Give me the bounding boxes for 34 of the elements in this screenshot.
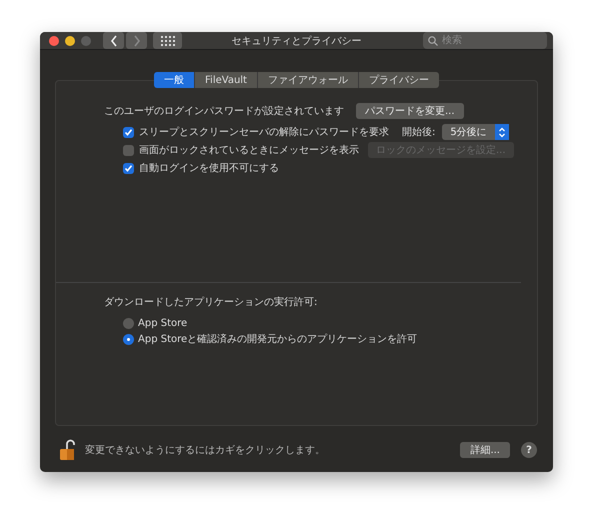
checkbox-label: スリープとスクリーンセーバの解除にパスワードを要求 (139, 126, 389, 139)
radio-button[interactable] (123, 334, 134, 344)
help-button[interactable]: ? (521, 442, 537, 458)
show-all-button[interactable] (153, 32, 182, 49)
window-title: セキュリティとプライバシー (232, 34, 362, 48)
chevron-right-icon (132, 34, 140, 46)
grid-icon (160, 36, 174, 46)
advanced-button[interactable]: 詳細... (460, 442, 510, 458)
tab[interactable]: ファイアウォール (258, 72, 359, 88)
minimize-button[interactable] (65, 36, 75, 46)
lock-hint: 変更できないようにするにはカギをクリックします。 (85, 444, 325, 457)
checkbox[interactable] (123, 144, 134, 156)
tab[interactable]: 一般 (154, 72, 196, 88)
tab[interactable]: FileVault (195, 72, 258, 88)
chevron-left-icon (110, 34, 118, 46)
padlock-icon[interactable] (59, 439, 75, 461)
radio-button[interactable] (123, 318, 134, 328)
delay-dropdown[interactable]: 5分後に (442, 124, 509, 140)
radio-label: App Store (138, 318, 188, 328)
checkbox-label: 画面がロックされているときにメッセージを表示 (139, 144, 359, 157)
back-button[interactable] (103, 32, 124, 49)
up-down-arrows-icon (498, 126, 506, 138)
close-button[interactable] (49, 36, 59, 46)
checkbox-label: 自動ログインを使用不可にする (139, 162, 279, 175)
start-after-label: 開始後: (402, 126, 436, 139)
radio-label: App Storeと確認済みの開発元からのアプリケーションを許可 (138, 332, 418, 346)
checkbox[interactable] (123, 126, 134, 138)
checkbox[interactable] (123, 162, 134, 174)
downloads-label: ダウンロードしたアプリケーションの実行許可: (104, 296, 318, 309)
search-field[interactable]: 検索 (423, 32, 547, 49)
change-password-button[interactable]: パスワードを変更... (356, 103, 464, 119)
tab[interactable]: プライバシー (358, 72, 439, 88)
search-icon (428, 36, 438, 46)
password-status-label: このユーザのログインパスワードが設定されています (104, 104, 344, 118)
